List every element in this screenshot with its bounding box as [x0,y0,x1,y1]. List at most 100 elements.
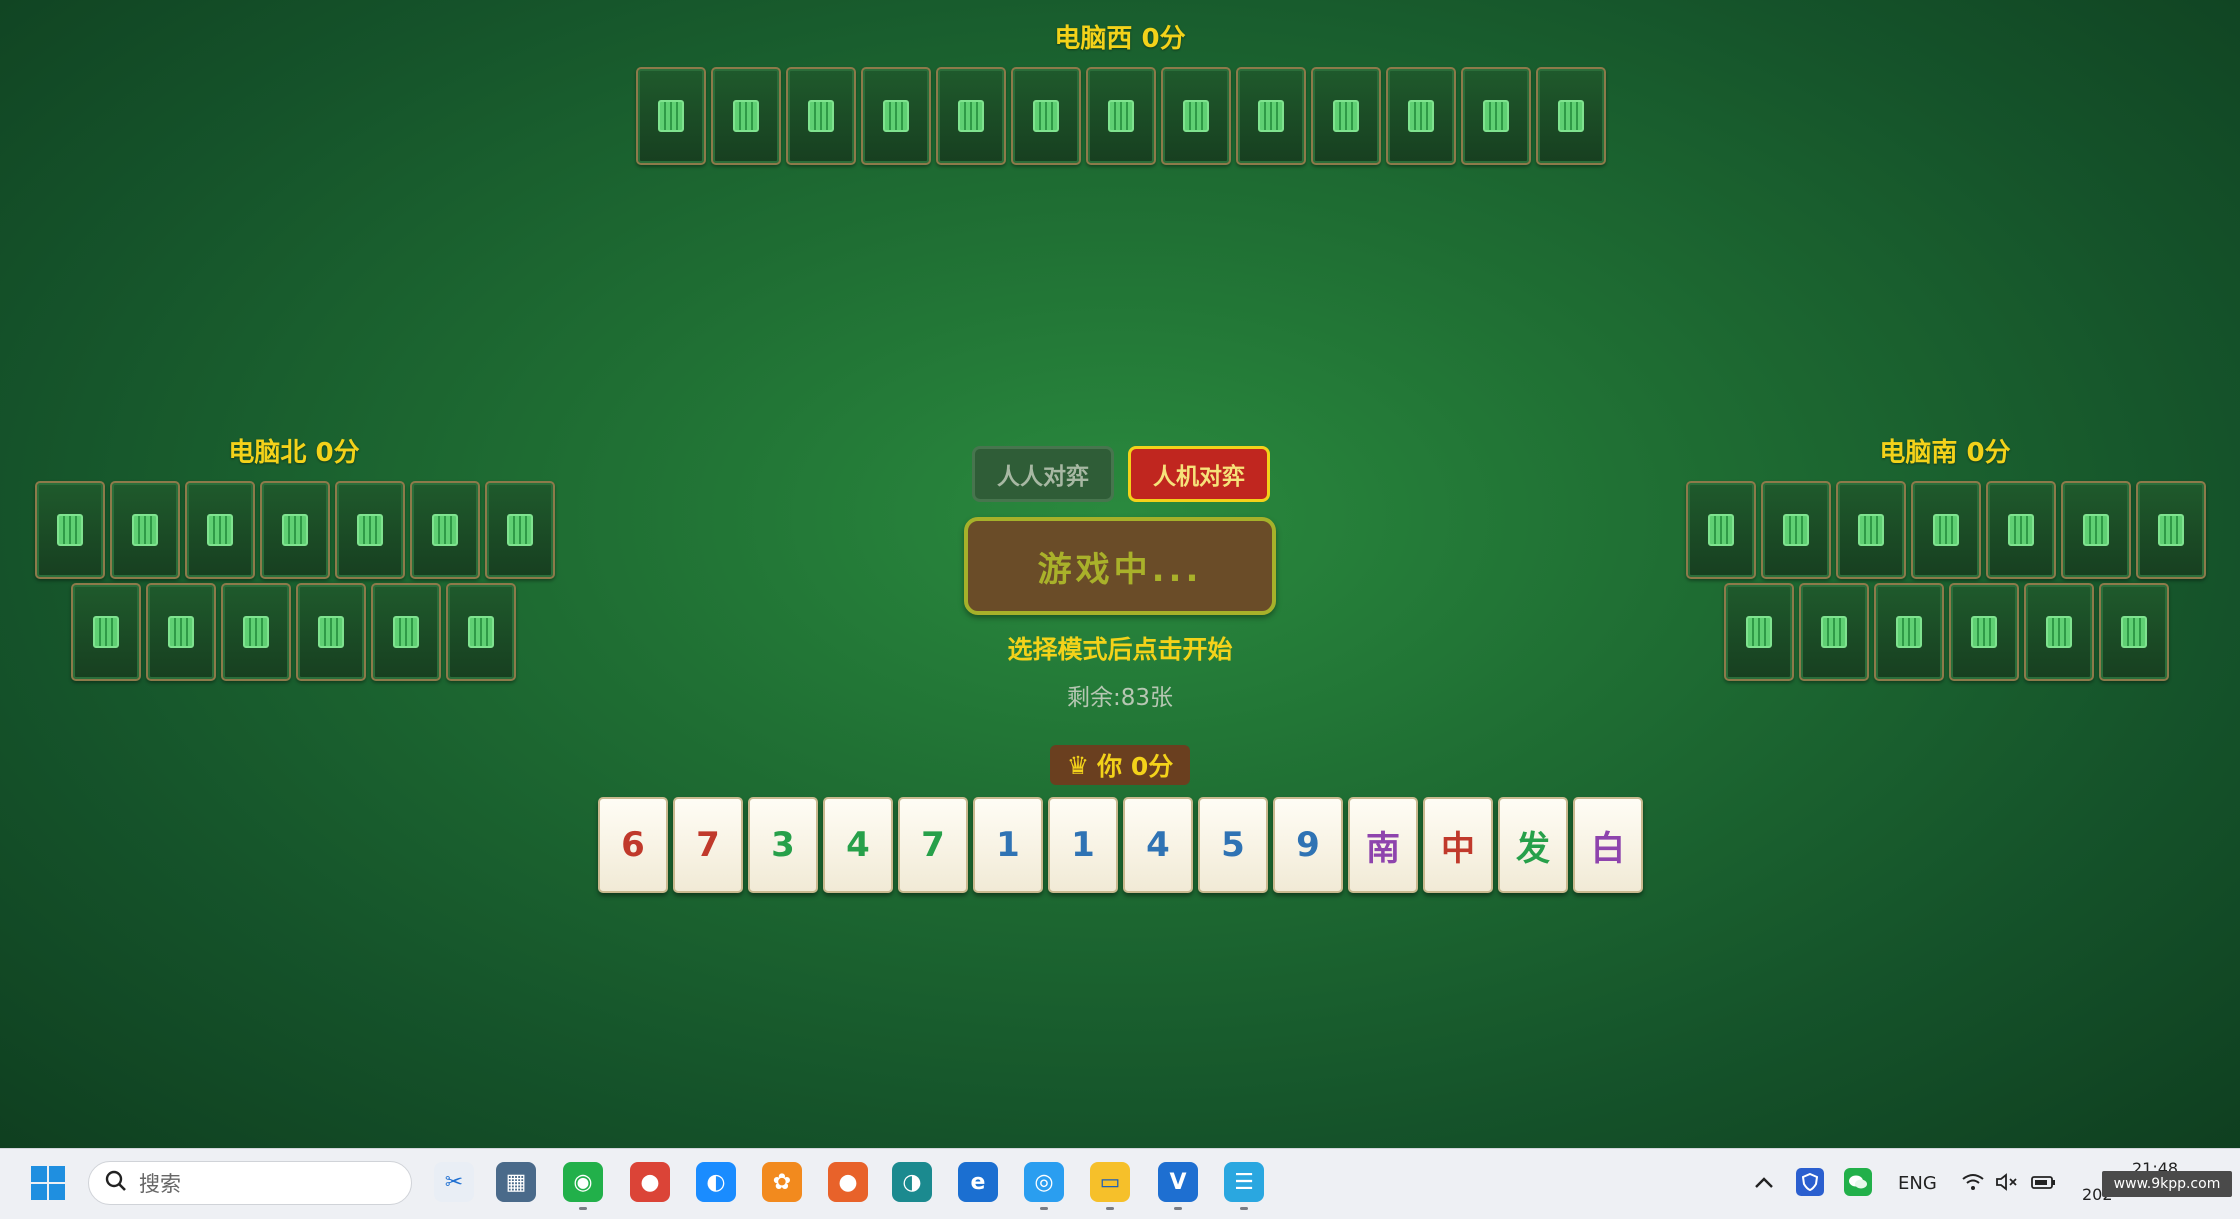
south-tile-back [2061,481,2131,579]
player-north-hand-row1 [35,481,555,579]
north-tile-back [146,583,216,681]
battery-icon[interactable] [2030,1169,2058,1195]
watermark: www.9kpp.com [2102,1171,2232,1197]
mode-pve-button[interactable]: 人机对弈 [1128,446,1270,502]
south-tile-back [1949,583,2019,681]
west-tile-back [936,67,1006,165]
north-tile-back [335,481,405,579]
hand-tile[interactable]: 4 [1123,797,1193,893]
wifi-icon[interactable] [1960,1169,1986,1195]
hand-tile[interactable]: 白 [1573,797,1643,893]
south-tile-back [1836,481,1906,579]
south-tile-back [1686,481,1756,579]
bamboo-icon [1783,514,1809,546]
west-tile-back [711,67,781,165]
south-tile-back [1874,583,1944,681]
hand-tile[interactable]: 发 [1498,797,1568,893]
running-indicator [1174,1207,1182,1210]
bamboo-icon [1483,100,1509,132]
file-explorer-icon[interactable]: ▭ [1090,1162,1130,1210]
windows-start-icon[interactable] [30,1165,66,1201]
player-you-hand: 6734711459南中发白 [598,797,1643,893]
north-tile-back [296,583,366,681]
mode-pvp-button[interactable]: 人人对弈 [972,446,1114,502]
bamboo-icon [1108,100,1134,132]
taskbar-search[interactable]: 搜索 [88,1161,412,1205]
hand-tile[interactable]: 9 [1273,797,1343,893]
vscode-icon[interactable]: V [1158,1162,1198,1210]
hand-tile[interactable]: 3 [748,797,818,893]
bamboo-icon [1558,100,1584,132]
app-orange-icon[interactable]: ✿ [762,1162,802,1202]
player-north-hand-row2 [71,583,516,681]
remaining-tiles-text: 剩余:83张 [1066,685,1174,711]
north-tile-back [71,583,141,681]
ie-icon[interactable]: e [958,1162,998,1202]
bamboo-icon [168,616,194,648]
bamboo-icon [1746,616,1772,648]
player-south-label: 电脑南 0分 [1879,438,2011,468]
bamboo-icon [1858,514,1884,546]
running-indicator [1106,1207,1114,1210]
shield-icon[interactable] [1796,1168,1824,1196]
bamboo-icon [733,100,759,132]
bamboo-icon [243,616,269,648]
west-tile-back [786,67,856,165]
taskbar: 搜索 ✂ ▦ ◉ ● ◐ ✿ ● ◑ e ◎ ▭ V ☰ ENG 21:48 202 www.9kpp.… [0,1148,2240,1219]
volume-muted-icon[interactable] [1994,1169,2020,1195]
language-indicator[interactable]: ENG [1898,1173,1937,1194]
hand-tile[interactable]: 6 [598,797,668,893]
player-west-label: 电脑西 0分 [1054,24,1186,54]
edge-icon[interactable]: ◑ [892,1162,932,1202]
bamboo-icon [1821,616,1847,648]
bamboo-icon [1896,616,1922,648]
north-tile-back [260,481,330,579]
west-tile-back [1161,67,1231,165]
bamboo-icon [393,616,419,648]
hand-tile[interactable]: 7 [673,797,743,893]
south-tile-back [1724,583,1794,681]
bamboo-icon [808,100,834,132]
north-tile-back [221,583,291,681]
bamboo-icon [432,514,458,546]
baidu-netdisk-icon[interactable]: ◐ [696,1162,736,1202]
bamboo-icon [318,616,344,648]
wechat-icon[interactable]: ◉ [563,1162,603,1210]
qq-browser-icon[interactable]: ◎ [1024,1162,1064,1210]
chevron-up-icon[interactable] [1752,1171,1776,1195]
hand-tile[interactable]: 5 [1198,797,1268,893]
bamboo-icon [1183,100,1209,132]
chrome-icon[interactable]: ● [630,1162,670,1202]
hand-tile[interactable]: 1 [1048,797,1118,893]
notepad-icon[interactable]: ☰ [1224,1162,1264,1210]
bamboo-icon [1933,514,1959,546]
wechat-tray-icon[interactable] [1844,1168,1872,1196]
bamboo-icon [468,616,494,648]
bamboo-icon [2121,616,2147,648]
running-indicator [579,1207,587,1210]
bamboo-icon [2046,616,2072,648]
hand-tile[interactable]: 4 [823,797,893,893]
north-tile-back [485,481,555,579]
bamboo-icon [57,514,83,546]
bamboo-icon [1033,100,1059,132]
firefox-icon[interactable]: ● [828,1162,868,1202]
bamboo-icon [132,514,158,546]
start-button[interactable]: 游戏中... [964,517,1276,615]
bamboo-icon [958,100,984,132]
north-tile-back [185,481,255,579]
bamboo-icon [1408,100,1434,132]
player-west-hand [636,67,1606,165]
hand-tile[interactable]: 7 [898,797,968,893]
west-tile-back [636,67,706,165]
hand-tile[interactable]: 中 [1423,797,1493,893]
player-south-hand-row1 [1686,481,2206,579]
calculator-icon[interactable]: ▦ [496,1162,536,1202]
hand-tile[interactable]: 南 [1348,797,1418,893]
bamboo-icon [2158,514,2184,546]
bamboo-icon [2008,514,2034,546]
hand-tile[interactable]: 1 [973,797,1043,893]
west-tile-back [1461,67,1531,165]
west-tile-back [1536,67,1606,165]
snipping-tool-icon[interactable]: ✂ [434,1162,474,1202]
